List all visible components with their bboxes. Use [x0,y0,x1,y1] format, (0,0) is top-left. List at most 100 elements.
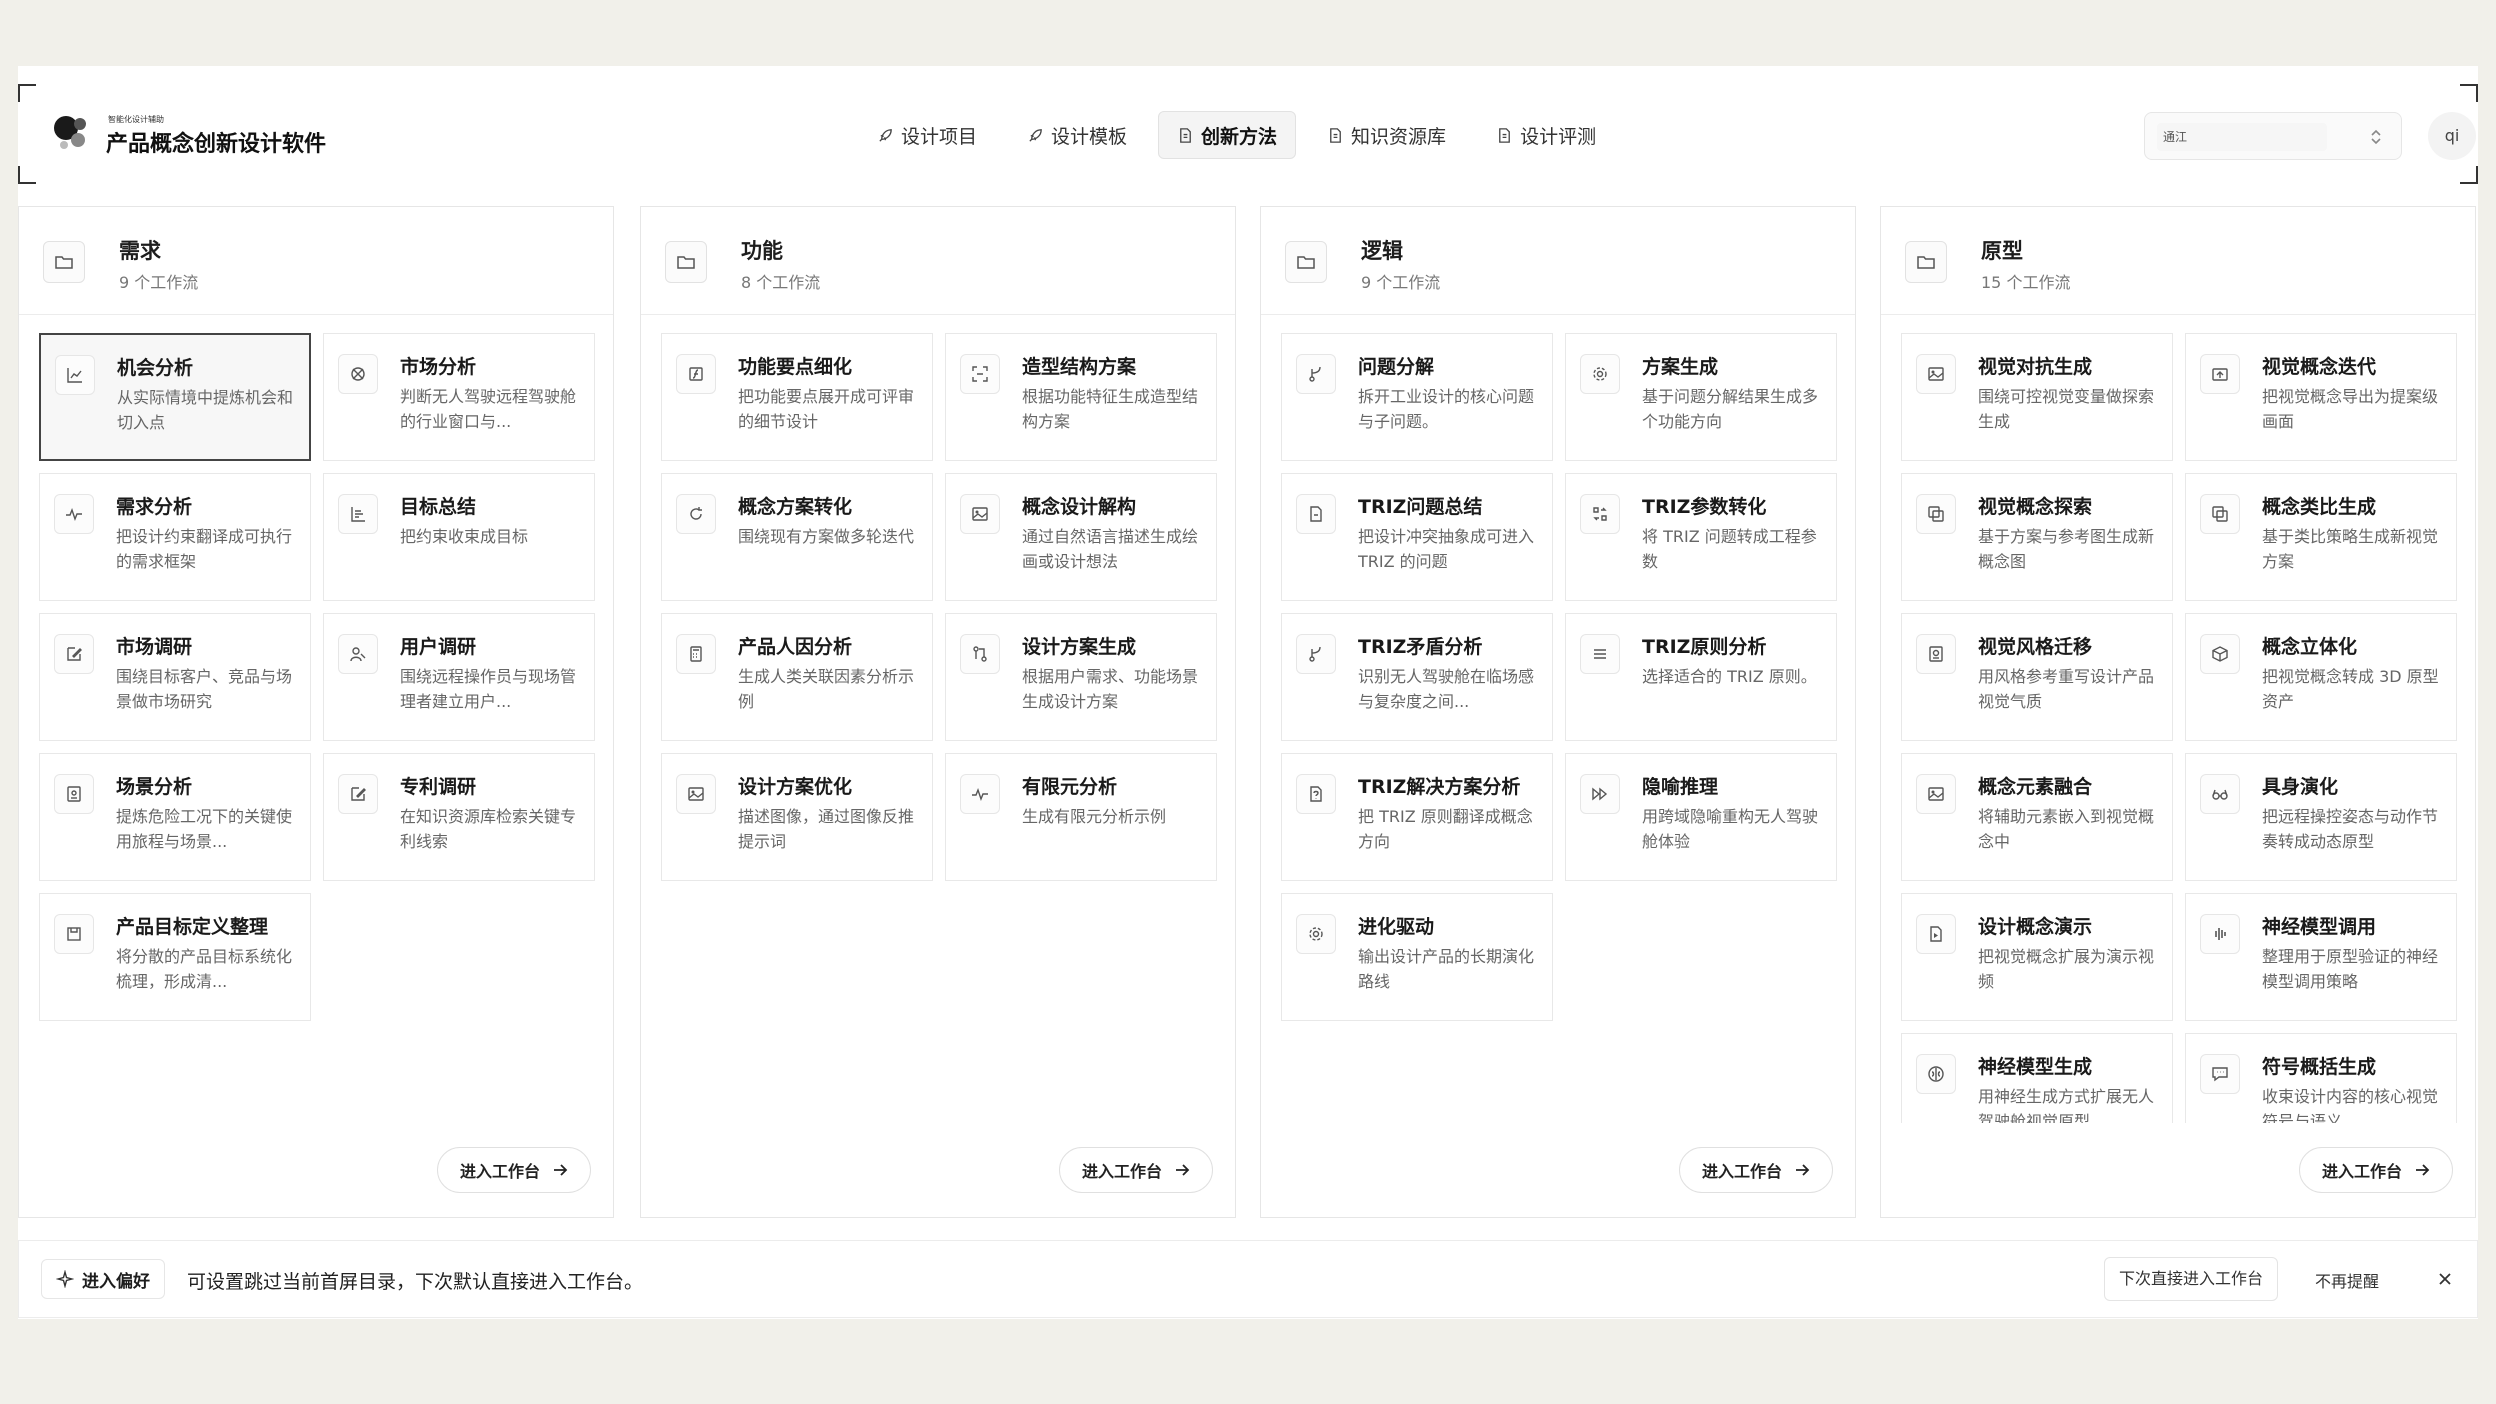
workflow-card[interactable]: 视觉概念探索 基于方案与参考图生成新概念图 [1901,473,2173,601]
workflow-card[interactable]: 概念设计解构 通过自然语言描述生成绘画或设计想法 [945,473,1217,601]
nav-tab[interactable]: 创新方法 [1158,111,1297,159]
workflow-card[interactable]: TRIZ问题总结把设计冲突抽象成可进入 TRIZ 的问题 [1281,473,1553,601]
workflow-card[interactable]: 需求分析 把设计约束翻译成可执行的需求框架 [39,473,311,601]
workflow-card[interactable]: TRIZ参数转化将 TRIZ 问题转成工程参数 [1565,473,1837,601]
workflow-card[interactable]: 概念类比生成 基于类比策略生成新视觉方案 [2185,473,2457,601]
card-icon-box [338,354,378,394]
workflow-card[interactable]: 神经模型调用整理用于原型验证的神经模型调用策略 [2185,893,2457,1021]
workflow-card[interactable]: 功能要点细化 把功能要点展开成可评审的细节设计 [661,333,933,461]
card-title: 概念设计解构 [1022,496,1137,518]
pulse-icon [972,787,988,802]
column-icon-box [665,241,707,283]
card-icon-box [676,634,716,674]
nav-tab[interactable]: 设计项目 [858,111,996,159]
card-icon-box [1296,494,1336,534]
card-description: 把约束收束成目标 [400,527,529,546]
card-icon-box [960,774,1000,814]
folder-icon [1297,256,1315,269]
card-title: TRIZ矛盾分析 [1358,636,1483,658]
card-description: 收束设计内容的核心视觉符号与语义 [2262,1087,2439,1123]
model-select[interactable]: 通江 [2144,112,2402,160]
enter-workbench-label: 进入工作台 [1701,1162,1782,1181]
card-grid: 视觉对抗生成 围绕可控视觉变量做探索生成 视觉概念迭代 把视觉概念导出为提案级画面 视觉… [1881,333,2475,1123]
enter-workbench-button[interactable]: 进入工作台 [2298,1147,2453,1193]
workflow-card[interactable]: 设计方案优化 描述图像，通过图像反推提示词 [661,753,933,881]
folder-icon [677,256,695,269]
workflow-card[interactable]: 市场分析 判断无人驾驶远程驾驶舱的行业窗口与... [323,333,595,461]
column-title: 原型 [1981,239,2023,263]
workflow-card[interactable]: 进化驱动 输出设计产品的长期演化路线 [1281,893,1553,1021]
nav-tab[interactable]: 知识资源库 [1308,111,1465,159]
workflow-card[interactable]: 视觉对抗生成 围绕可控视觉变量做探索生成 [1901,333,2173,461]
workflow-card[interactable]: 市场调研 围绕目标客户、竞品与场景做市场研究 [39,613,311,741]
nav-tab[interactable]: 设计模板 [1008,111,1146,159]
calc-icon [690,646,702,662]
workflow-card[interactable]: 神经模型生成 用神经生成方式扩展无人驾驶舱视觉原型 [1901,1033,2173,1123]
card-description: 把视觉概念导出为提案级画面 [2262,387,2439,431]
card-description: 将辅助元素嵌入到视觉概念中 [1978,807,2155,851]
workflow-card[interactable]: 专利调研 在知识资源库检索关键专利线索 [323,753,595,881]
preference-bar: 进入偏好 可设置跳过当前首屏目录，下次默认直接进入工作台。 下次直接进入工作台 … [18,1240,2478,1318]
workflow-card[interactable]: 场景分析 提炼危险工况下的关键使用旅程与场景... [39,753,311,881]
workflow-card[interactable]: 产品目标定义整理 将分散的产品目标系统化梳理，形成清... [39,893,311,1021]
card-description: 整理用于原型验证的神经模型调用策略 [2262,947,2439,991]
forward-icon [1592,787,1608,801]
card-description: 用神经生成方式扩展无人驾驶舱视觉原型 [1978,1087,2155,1123]
workflow-card[interactable]: 概念元素融合 将辅助元素嵌入到视觉概念中 [1901,753,2173,881]
card-description: 把设计冲突抽象成可进入 TRIZ 的问题 [1358,527,1535,571]
workflow-card[interactable]: 产品人因分析 生成人类关联因素分析示例 [661,613,933,741]
workflow-card[interactable]: TRIZ解决方案分析把 TRIZ 原则翻译成概念方向 [1281,753,1553,881]
workflow-card[interactable]: TRIZ矛盾分析 识别无人驾驶舱在临场感与复杂度之间... [1281,613,1553,741]
workflow-card[interactable]: 有限元分析 生成有限元分析示例 [945,753,1217,881]
workflow-card[interactable]: 设计概念演示 把视觉概念扩展为演示视频 [1901,893,2173,1021]
card-title: 市场调研 [116,636,193,658]
card-icon-box [676,354,716,394]
workflow-card[interactable]: 目标总结把约束收束成目标 [323,473,595,601]
workflow-card[interactable]: 用户调研 围绕远程操作员与现场管理者建立用户... [323,613,595,741]
card-title: 用户调研 [400,636,477,658]
card-description: 把远程操控姿态与动作节奏转成动态原型 [2262,807,2439,851]
workflow-card[interactable]: 造型结构方案 根据功能特征生成造型结构方案 [945,333,1217,461]
card-title: 神经模型调用 [2262,916,2377,938]
card-description: 选择适合的 TRIZ 原则。 [1642,667,1817,686]
workflow-card[interactable]: 视觉概念迭代 把视觉概念导出为提案级画面 [2185,333,2457,461]
workflow-card[interactable]: 符号概括生成 收束设计内容的核心视觉符号与语义 [2185,1033,2457,1123]
card-icon-box [54,494,94,534]
workflow-card[interactable]: 机会分析 从实际情境中提炼机会和切入点 [39,333,311,461]
workflow-card[interactable]: 问题分解 拆开工业设计的核心问题与子问题。 [1281,333,1553,461]
scan-icon [972,366,988,382]
card-description: 输出设计产品的长期演化路线 [1358,947,1535,991]
image-icon [1928,367,1944,381]
workflow-card[interactable]: 隐喻推理 用跨域隐喻重构无人驾驶舱体验 [1565,753,1837,881]
workflow-card[interactable]: 概念方案转化 围绕现有方案做多轮迭代 [661,473,933,601]
card-description: 把 TRIZ 原则翻译成概念方向 [1358,807,1533,851]
card-icon-box [1296,354,1336,394]
card-title: TRIZ问题总结 [1358,496,1483,518]
card-icon-box [960,494,1000,534]
workflow-card[interactable]: 视觉风格迁移 用风格参考重写设计产品视觉气质 [1901,613,2173,741]
model-select-value: 通江 [2157,123,2327,151]
enter-workbench-button[interactable]: 进入工作台 [1058,1147,1213,1193]
enter-workbench-button[interactable]: 进入工作台 [1678,1147,1833,1193]
dont-remind-button[interactable]: 不再提醒 [2315,1268,2379,1292]
close-button[interactable] [2431,1265,2459,1293]
nav-tab-label: 设计项目 [901,125,978,148]
workflow-card[interactable]: 设计方案生成 根据用户需求、功能场景生成设计方案 [945,613,1217,741]
workflow-card[interactable]: 方案生成 基于问题分解结果生成多个功能方向 [1565,333,1837,461]
card-title: 方案生成 [1642,356,1719,378]
card-title: 目标总结 [400,496,477,518]
enter-workbench-button[interactable]: 进入工作台 [436,1147,591,1193]
workflow-card[interactable]: TRIZ原则分析 选择适合的 TRIZ 原则。 [1565,613,1837,741]
folder-icon [55,256,73,269]
nav-tab[interactable]: 设计评测 [1477,111,1615,159]
nav-tab-label: 知识资源库 [1351,125,1447,148]
card-description: 根据功能特征生成造型结构方案 [1022,387,1199,431]
card-icon-box [2200,914,2240,954]
workflow-card[interactable]: 概念立体化 把视觉概念转成 3D 原型资产 [2185,613,2457,741]
workflow-card[interactable]: 具身演化 把远程操控姿态与动作节奏转成动态原型 [2185,753,2457,881]
doc-icon [1310,506,1322,522]
card-description: 围绕可控视觉变量做探索生成 [1978,387,2155,431]
workflow-column: 原型 15 个工作流 视觉对抗生成 围绕可控视觉变量做探索生成 视觉概念迭代 把视觉概念导… [1880,206,2476,1218]
user-avatar[interactable]: qi [2428,112,2476,160]
enter-workbench-next-button[interactable]: 下次直接进入工作台 [2104,1257,2279,1301]
